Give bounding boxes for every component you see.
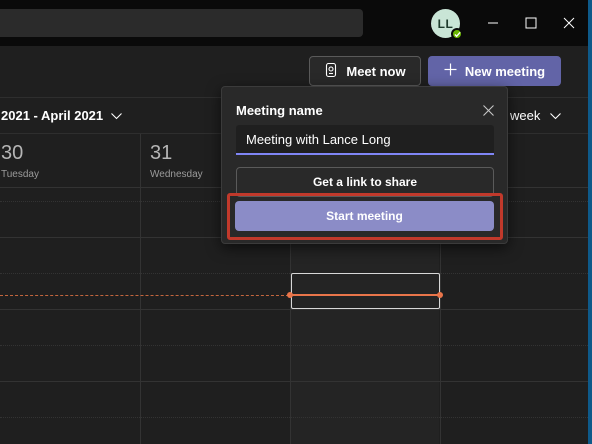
start-meeting-button[interactable]: Start meeting (235, 201, 494, 231)
day-number: 31 (150, 142, 173, 164)
close-window-button[interactable] (558, 12, 580, 34)
minimize-button[interactable] (482, 12, 504, 34)
popup-title: Meeting name (236, 103, 323, 118)
half-hour-line (0, 345, 588, 346)
chevron-down-icon (550, 108, 562, 123)
hour-line (0, 381, 588, 382)
meeting-name-input[interactable] (236, 125, 494, 155)
maximize-button[interactable] (520, 12, 542, 34)
title-bar: LL (0, 0, 588, 46)
search-box[interactable] (0, 9, 363, 37)
day-name: Wednesday (150, 169, 203, 180)
close-icon[interactable] (480, 102, 496, 118)
current-time-marker (437, 292, 443, 298)
view-selector[interactable]: week (510, 108, 562, 123)
half-hour-line (0, 417, 588, 418)
get-link-label: Get a link to share (312, 175, 418, 189)
meet-now-label: Meet now (346, 63, 406, 79)
avatar-initials: LL (437, 16, 454, 31)
avatar[interactable]: LL (431, 9, 463, 40)
day-number: 30 (1, 142, 24, 164)
new-meeting-label: New meeting (464, 63, 546, 79)
day-header-wednesday[interactable]: 31 Wednesday (150, 142, 203, 180)
column-divider (140, 134, 141, 444)
current-time-line (0, 295, 289, 296)
day-header-tuesday[interactable]: 30 Tuesday (1, 142, 39, 180)
date-range-label: 2021 - April 2021 (1, 108, 104, 123)
day-name: Tuesday (1, 169, 39, 180)
hour-line (0, 309, 588, 310)
meet-now-button[interactable]: Meet now (309, 56, 421, 86)
video-camera-icon (324, 62, 338, 81)
new-meeting-button[interactable]: New meeting (428, 56, 561, 86)
view-selector-label: week (510, 108, 541, 123)
chevron-down-icon (111, 108, 123, 123)
date-range-picker[interactable]: 2021 - April 2021 (1, 108, 123, 123)
teams-window: LL Meet now New meeting 2021 - April 202… (0, 0, 588, 444)
current-time-line-today (289, 294, 440, 296)
current-time-marker (287, 292, 293, 298)
presence-available-icon (451, 28, 463, 40)
start-meeting-label: Start meeting (326, 209, 403, 223)
selected-time-slot[interactable] (291, 273, 440, 309)
plus-icon (444, 63, 457, 79)
